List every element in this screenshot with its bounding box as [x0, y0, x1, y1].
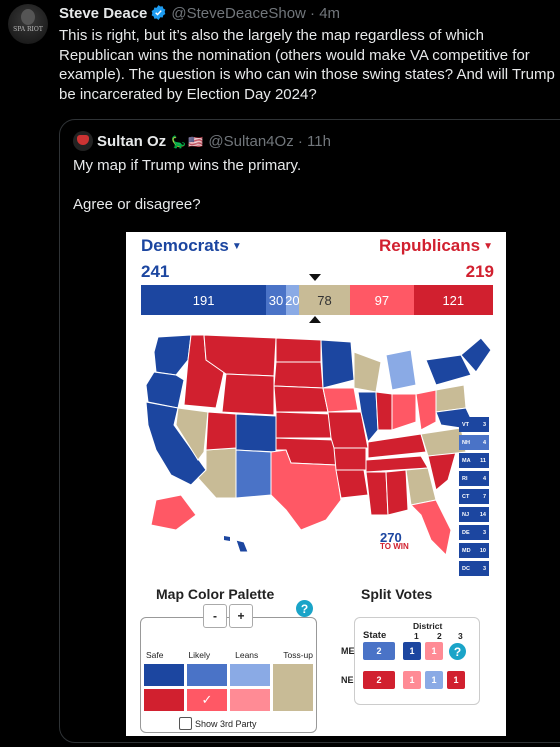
color-palette: - + Safe Likely Leans Toss-up ✓ Show 3rd…	[140, 604, 317, 733]
swatch-leans-d	[230, 664, 270, 686]
quoted-display-name: Sultan Oz	[97, 133, 167, 150]
palette-col-safe: Safe	[146, 650, 164, 660]
tweet-header: Steve Deace @SteveDeaceShow · 4m	[59, 4, 340, 25]
small-states-list: VT 3 NH 4 MA 11 RI 4 CT 7 NJ 14 DE 3 MD 10 DC 3	[459, 417, 489, 579]
swatch-safe-r	[144, 689, 184, 711]
small-state-box: CT 7	[459, 489, 489, 504]
electoral-vote-bar: 191 30 20 78 97 121	[141, 285, 493, 315]
verified-badge-icon	[150, 4, 167, 25]
tweet-text: This is right, but it’s also the largely…	[59, 27, 555, 103]
electoral-map-image[interactable]: Democrats ▼ Republicans ▼ 241 219 191 30 20 7…	[126, 232, 506, 736]
split-votes-title: Split Votes	[361, 586, 433, 602]
state-header: State	[363, 630, 387, 641]
swatch-likely-d	[187, 664, 227, 686]
me-state-cell: 2	[363, 642, 395, 660]
swatch-safe-d	[144, 664, 184, 686]
quoted-text: My map if Trump wins the primary. Agree …	[73, 156, 553, 215]
swatch-likely-r-selected: ✓	[187, 689, 227, 711]
republicans-dropdown: Republicans ▼	[379, 236, 493, 255]
small-state-box: DC 3	[459, 561, 489, 576]
small-state-box: NH 4	[459, 435, 489, 450]
me-district-1: 1	[403, 642, 421, 660]
separator: ·	[293, 133, 308, 150]
split-votes-table: State District 1 2 3 ME 2 1 1 ? NE 2 1 1…	[341, 617, 480, 705]
democrats-dropdown: Democrats ▼	[141, 236, 242, 255]
ne-district-2: 1	[425, 671, 443, 689]
small-state-box: DE 3	[459, 525, 489, 540]
270-to-win-logo: 270 TO WIN	[380, 530, 409, 551]
help-icon: ?	[449, 643, 466, 660]
rep-total: 219	[465, 262, 494, 281]
dem-total: 241	[141, 262, 170, 281]
district-3-header: 3	[458, 631, 463, 641]
quoted-tweet-header: Sultan Oz 🦕 🇺🇸 @Sultan4Oz · 11h	[73, 131, 331, 151]
quoted-handle: @Sultan4Oz	[208, 133, 294, 150]
palette-col-tossup: Toss-up	[283, 650, 313, 660]
palette-columns: Safe Likely Leans Toss-up	[146, 650, 313, 660]
ev-bar-segment: 121	[413, 285, 493, 315]
district-header: District	[413, 621, 443, 631]
dinosaur-emoji-icon: 🦕	[171, 135, 187, 149]
plus-button: +	[229, 604, 253, 628]
avatar-head	[21, 9, 35, 25]
palette-col-leans: Leans	[235, 650, 259, 660]
separator: ·	[305, 5, 320, 22]
ev-bar-segment: 97	[350, 285, 414, 315]
me-district-2: 1	[425, 642, 443, 660]
midpoint-marker-bottom	[309, 316, 321, 323]
quoted-timestamp: 11h	[307, 133, 331, 150]
small-state-box: NJ 14	[459, 507, 489, 522]
palette-title: Map Color Palette	[156, 586, 275, 602]
row-label: NE	[341, 675, 354, 685]
help-icon: ?	[296, 600, 313, 617]
quoted-avatar	[73, 131, 93, 151]
avatar-text: SPA RIOT	[13, 26, 43, 33]
row-label: ME	[341, 646, 355, 656]
small-state-box: RI 4	[459, 471, 489, 486]
midpoint-marker-top	[309, 274, 321, 281]
ev-bar-segment: 30	[266, 285, 286, 315]
small-state-box: MD 10	[459, 543, 489, 558]
quoted-text-line: My map if Trump wins the primary.	[73, 157, 302, 174]
ev-bar-segment: 78	[298, 285, 351, 315]
show-3rd-party-checkbox: Show 3rd Party	[179, 717, 257, 730]
quoted-text-line: Agree or disagree?	[73, 196, 201, 213]
palette-col-likely: Likely	[188, 650, 211, 660]
ev-bar-segment: 191	[141, 285, 267, 315]
swatch-tossup	[273, 664, 313, 711]
timestamp[interactable]: 4m	[319, 5, 340, 22]
quoted-tweet[interactable]: Sultan Oz 🦕 🇺🇸 @Sultan4Oz · 11h My map if…	[59, 119, 560, 743]
display-name[interactable]: Steve Deace	[59, 5, 147, 22]
ne-district-3: 1	[447, 671, 465, 689]
ne-state-cell: 2	[363, 671, 395, 689]
district-1-header: 1	[414, 631, 419, 641]
ev-bar-segment: 20	[285, 285, 300, 315]
small-state-box: VT 3	[459, 417, 489, 432]
minus-button: -	[203, 604, 227, 628]
avatar[interactable]: SPA RIOT	[8, 4, 48, 44]
small-state-box: MA 11	[459, 453, 489, 468]
us-map	[145, 334, 492, 557]
handle[interactable]: @SteveDeaceShow	[171, 5, 305, 22]
ne-district-1: 1	[403, 671, 421, 689]
district-2-header: 2	[437, 631, 442, 641]
us-flag-emoji-icon: 🇺🇸	[188, 135, 204, 149]
swatch-leans-r	[230, 689, 270, 711]
